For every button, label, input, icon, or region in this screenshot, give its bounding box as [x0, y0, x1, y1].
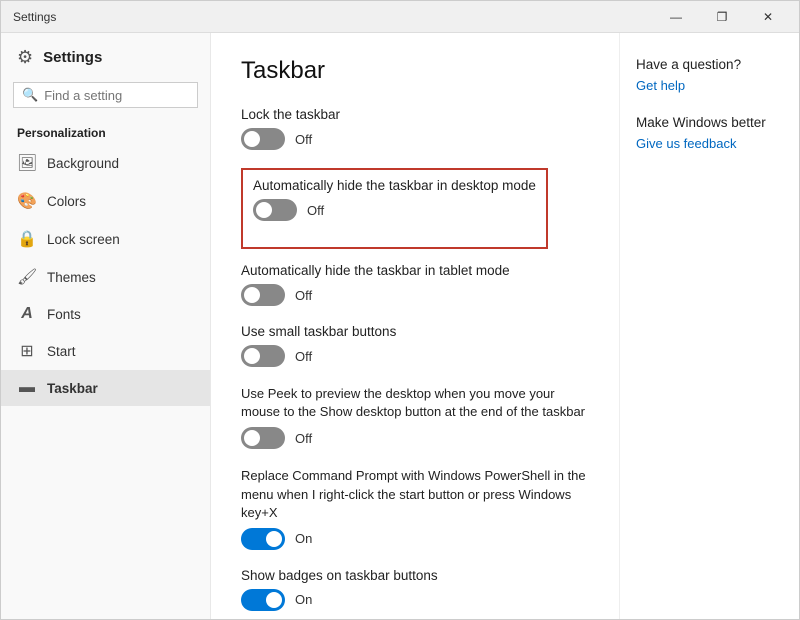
- toggle-knob-badges: [266, 592, 282, 608]
- themes-icon: 🖌: [17, 267, 37, 287]
- fonts-icon: A: [17, 305, 37, 323]
- setting-badges-label: Show badges on taskbar buttons: [241, 568, 589, 583]
- toggle-knob-lock-taskbar: [244, 131, 260, 147]
- start-icon: ⊞: [17, 341, 37, 361]
- toggle-state-small-buttons: Off: [295, 349, 312, 364]
- right-panel-help-heading: Have a question?: [636, 57, 783, 72]
- right-panel-feedback-section: Make Windows better Give us feedback: [636, 115, 783, 151]
- toggle-peek[interactable]: [241, 427, 285, 449]
- sidebar-item-fonts-label: Fonts: [47, 307, 81, 322]
- sidebar-item-background-label: Background: [47, 156, 119, 171]
- sidebar-item-taskbar-label: Taskbar: [47, 381, 98, 396]
- window-controls: — ❐ ✕: [653, 1, 791, 33]
- toggle-state-auto-hide-desktop: Off: [307, 203, 324, 218]
- content-area: ⚙ Settings 🔍 Personalization 🖼 Backgroun…: [1, 33, 799, 619]
- settings-icon: ⚙: [17, 47, 33, 68]
- sidebar-item-fonts[interactable]: A Fonts: [1, 296, 210, 332]
- toggle-powershell[interactable]: [241, 528, 285, 550]
- right-panel-feedback-heading: Make Windows better: [636, 115, 783, 130]
- toggle-state-lock-taskbar: Off: [295, 132, 312, 147]
- setting-powershell-label: Replace Command Prompt with Windows Powe…: [241, 467, 589, 522]
- toggle-lock-taskbar[interactable]: [241, 128, 285, 150]
- background-icon: 🖼: [17, 153, 37, 173]
- toggle-state-badges: On: [295, 592, 312, 607]
- setting-auto-hide-tablet-label: Automatically hide the taskbar in tablet…: [241, 263, 589, 278]
- toggle-row-powershell: On: [241, 528, 589, 550]
- toggle-row-auto-hide-desktop: Off: [253, 199, 536, 221]
- sidebar-header: ⚙ Settings: [1, 33, 210, 78]
- sidebar-item-start-label: Start: [47, 344, 76, 359]
- setting-lock-taskbar-label: Lock the taskbar: [241, 107, 589, 122]
- search-icon: 🔍: [22, 87, 38, 103]
- setting-small-buttons: Use small taskbar buttons Off: [241, 324, 589, 367]
- toggle-row-peek: Off: [241, 427, 589, 449]
- toggle-badges[interactable]: [241, 589, 285, 611]
- sidebar-item-start[interactable]: ⊞ Start: [1, 332, 210, 370]
- sidebar-item-lock-screen-label: Lock screen: [47, 232, 120, 247]
- toggle-auto-hide-tablet[interactable]: [241, 284, 285, 306]
- sidebar-item-colors-label: Colors: [47, 194, 86, 209]
- highlight-box-auto-hide-desktop: Automatically hide the taskbar in deskto…: [241, 168, 548, 249]
- settings-window: Settings — ❐ ✕ ⚙ Settings 🔍 Personalizat…: [0, 0, 800, 620]
- toggle-row-auto-hide-tablet: Off: [241, 284, 589, 306]
- setting-auto-hide-desktop: Automatically hide the taskbar in deskto…: [253, 178, 536, 221]
- setting-badges: Show badges on taskbar buttons On: [241, 568, 589, 611]
- toggle-knob-auto-hide-desktop: [256, 202, 272, 218]
- sidebar-section-label: Personalization: [1, 118, 210, 144]
- minimize-button[interactable]: —: [653, 1, 699, 33]
- title-bar: Settings — ❐ ✕: [1, 1, 799, 33]
- setting-peek-label: Use Peek to preview the desktop when you…: [241, 385, 589, 421]
- main-content: Taskbar Lock the taskbar Off Automatical…: [211, 33, 619, 619]
- setting-auto-hide-tablet: Automatically hide the taskbar in tablet…: [241, 263, 589, 306]
- right-panel-help-section: Have a question? Get help: [636, 57, 783, 93]
- setting-peek: Use Peek to preview the desktop when you…: [241, 385, 589, 449]
- toggle-row-lock-taskbar: Off: [241, 128, 589, 150]
- toggle-auto-hide-desktop[interactable]: [253, 199, 297, 221]
- sidebar-item-themes-label: Themes: [47, 270, 96, 285]
- right-panel: Have a question? Get help Make Windows b…: [619, 33, 799, 619]
- lock-screen-icon: 🔒: [17, 229, 37, 249]
- sidebar-item-colors[interactable]: 🎨 Colors: [1, 182, 210, 220]
- sidebar-item-taskbar[interactable]: ▬ Taskbar: [1, 370, 210, 406]
- setting-small-buttons-label: Use small taskbar buttons: [241, 324, 589, 339]
- toggle-state-peek: Off: [295, 431, 312, 446]
- toggle-row-small-buttons: Off: [241, 345, 589, 367]
- colors-icon: 🎨: [17, 191, 37, 211]
- toggle-small-buttons[interactable]: [241, 345, 285, 367]
- setting-lock-taskbar: Lock the taskbar Off: [241, 107, 589, 150]
- toggle-row-badges: On: [241, 589, 589, 611]
- toggle-knob-auto-hide-tablet: [244, 287, 260, 303]
- taskbar-icon: ▬: [17, 379, 37, 397]
- search-box[interactable]: 🔍: [13, 82, 198, 108]
- window-title: Settings: [13, 10, 56, 24]
- sidebar: ⚙ Settings 🔍 Personalization 🖼 Backgroun…: [1, 33, 211, 619]
- setting-powershell: Replace Command Prompt with Windows Powe…: [241, 467, 589, 550]
- close-button[interactable]: ✕: [745, 1, 791, 33]
- page-title: Taskbar: [241, 57, 589, 85]
- sidebar-item-lock-screen[interactable]: 🔒 Lock screen: [1, 220, 210, 258]
- get-help-link[interactable]: Get help: [636, 78, 783, 93]
- maximize-button[interactable]: ❐: [699, 1, 745, 33]
- toggle-state-powershell: On: [295, 531, 312, 546]
- toggle-state-auto-hide-tablet: Off: [295, 288, 312, 303]
- sidebar-item-themes[interactable]: 🖌 Themes: [1, 258, 210, 296]
- search-input[interactable]: [44, 88, 211, 103]
- toggle-knob-powershell: [266, 531, 282, 547]
- give-feedback-link[interactable]: Give us feedback: [636, 136, 783, 151]
- setting-auto-hide-desktop-label: Automatically hide the taskbar in deskto…: [253, 178, 536, 193]
- sidebar-app-title: Settings: [43, 49, 102, 66]
- toggle-knob-peek: [244, 430, 260, 446]
- toggle-knob-small-buttons: [244, 348, 260, 364]
- sidebar-item-background[interactable]: 🖼 Background: [1, 144, 210, 182]
